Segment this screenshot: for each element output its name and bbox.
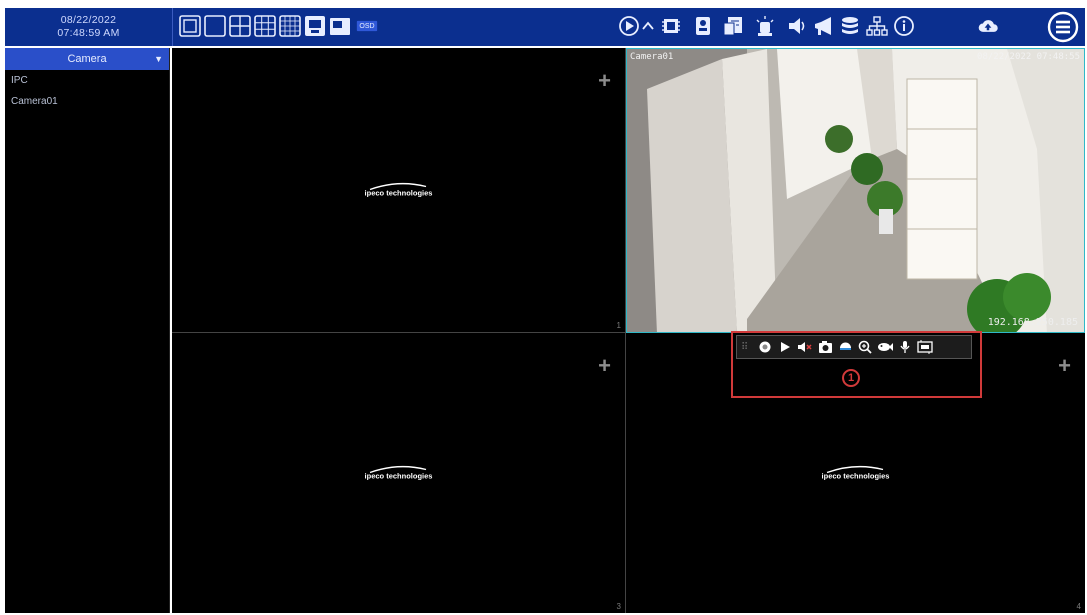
chip-icon[interactable]: [660, 15, 682, 37]
camera-dropdown-label: Camera: [67, 53, 107, 65]
chevron-down-icon: ▼: [154, 54, 163, 64]
channel-number: 1: [616, 321, 621, 330]
sidebar-item-ipc[interactable]: IPC: [5, 70, 169, 91]
fullscreen-layout-icon[interactable]: [179, 15, 201, 37]
channel-number: 3: [616, 602, 621, 611]
sidebar-item-camera01[interactable]: Camera01: [5, 91, 169, 112]
sequence-view-icon[interactable]: [304, 15, 326, 37]
alarm-icon[interactable]: [754, 15, 776, 37]
nine-layout-icon[interactable]: [254, 15, 276, 37]
timestamp-overlay: 08/22/2022 07:48:55: [977, 52, 1080, 62]
quad-layout-icon[interactable]: [229, 15, 251, 37]
single-view-layout-icon[interactable]: [204, 15, 226, 37]
brand-logo: ipeco technologies: [364, 465, 433, 481]
channel-number: 4: [1076, 602, 1081, 611]
top-toolbar: 08/22/2022 07:48:59 AM OSD: [5, 8, 1085, 46]
camera-feed-image: [627, 49, 1084, 332]
sixteen-layout-icon[interactable]: [279, 15, 301, 37]
add-camera-icon[interactable]: +: [1058, 355, 1071, 377]
camera-name-overlay: Camera01: [630, 52, 674, 62]
osd-label: OSD: [359, 22, 375, 30]
user-icon[interactable]: [692, 15, 714, 37]
add-camera-icon[interactable]: +: [598, 70, 611, 92]
menu-icon[interactable]: [1047, 11, 1079, 43]
log-icon[interactable]: [722, 15, 744, 37]
brand-logo: ipeco technologies: [821, 465, 890, 481]
channel-cell-1[interactable]: + ipeco technologies 1: [172, 48, 625, 332]
datetime-display: 08/22/2022 07:48:59 AM: [5, 8, 173, 46]
channel-cell-2[interactable]: Camera01 08/22/2022 07:48:55 192.168.250…: [626, 48, 1085, 333]
add-camera-icon[interactable]: +: [598, 355, 611, 377]
playback-icon[interactable]: [618, 15, 640, 37]
cloud-upgrade-icon[interactable]: [975, 15, 1001, 37]
storage-icon[interactable]: [839, 15, 861, 37]
logo-text: ipeco technologies: [364, 188, 433, 198]
logo-text: ipeco technologies: [364, 471, 433, 481]
logo-text: ipeco technologies: [821, 471, 890, 481]
speaker-icon[interactable]: [786, 15, 808, 37]
broadcast-icon[interactable]: [813, 15, 835, 37]
camera-dropdown[interactable]: Camera ▼: [5, 48, 169, 70]
info-icon[interactable]: [893, 15, 915, 37]
date-text: 08/22/2022: [60, 14, 117, 26]
picture-in-picture-icon[interactable]: [329, 15, 351, 37]
chevron-up-icon[interactable]: [641, 15, 655, 37]
time-text: 07:48:59 AM: [57, 27, 120, 39]
network-icon[interactable]: [866, 15, 888, 37]
brand-logo: ipeco technologies: [364, 182, 433, 198]
callout-highlight: [731, 331, 982, 398]
channel-cell-3[interactable]: + ipeco technologies 3: [172, 333, 625, 613]
osd-icon[interactable]: OSD: [354, 15, 380, 37]
camera-sidebar: Camera ▼ IPC Camera01: [5, 48, 170, 613]
ip-overlay: 192.168.250.185: [987, 317, 1078, 328]
callout-number: 1: [842, 369, 860, 387]
